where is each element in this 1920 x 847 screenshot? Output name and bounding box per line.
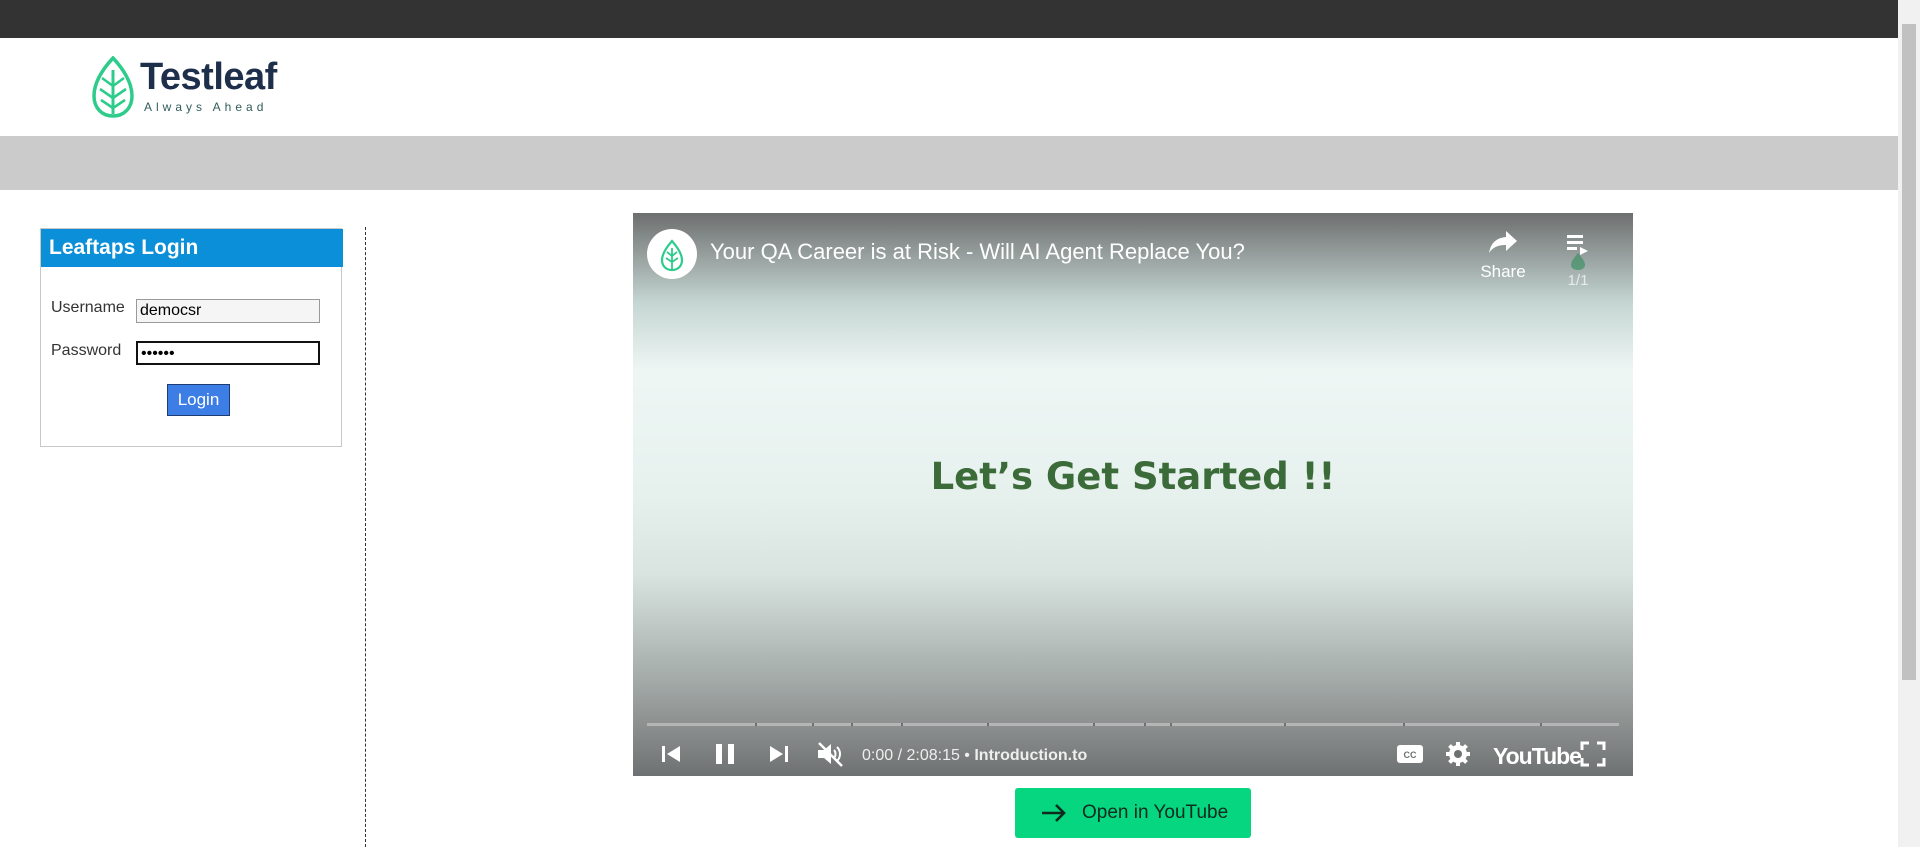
leaf-logo-icon (660, 239, 684, 272)
pause-icon (716, 744, 734, 764)
open-in-youtube-button[interactable]: Open in YouTube (1015, 788, 1251, 838)
chapter-label[interactable]: Introduction.to (974, 747, 1087, 764)
browser-top-bar (0, 0, 1920, 38)
share-label: Share (1480, 262, 1526, 281)
video-frame-text: Let’s Get Started !! (930, 455, 1336, 498)
chapter-markers (755, 723, 1542, 726)
login-button[interactable]: Login (167, 384, 230, 416)
previous-button[interactable] (659, 739, 683, 775)
playlist-count: 1/1 (1567, 272, 1589, 289)
time-text: 0:00 / 2:08:15 (862, 747, 960, 764)
skip-next-icon (770, 746, 788, 762)
svg-text:CC: CC (1404, 750, 1417, 760)
login-panel: Leaftaps Login Username democsr Password… (40, 228, 343, 447)
password-input[interactable]: •••••• (136, 341, 320, 365)
username-input[interactable]: democsr (136, 299, 320, 323)
scrollbar-thumb[interactable] (1902, 24, 1916, 680)
brand-tagline: Always Ahead (144, 100, 268, 114)
site-header: Testleaf Always Ahead (0, 38, 1898, 136)
leaf-logo-icon (92, 56, 134, 118)
login-title: Leaftaps Login (41, 229, 343, 267)
gear-icon (1446, 742, 1470, 766)
settings-button[interactable] (1443, 739, 1473, 775)
page-scrollbar[interactable] (1898, 0, 1920, 847)
mute-button[interactable] (815, 739, 845, 775)
playlist-icon (1567, 235, 1588, 270)
arrow-right-icon (1042, 804, 1066, 822)
vertical-divider (365, 227, 366, 847)
captions-button[interactable]: CC (1395, 739, 1425, 775)
playlist-button[interactable]: 1/1 (1553, 231, 1603, 289)
pause-button[interactable] (713, 739, 737, 775)
share-icon (1489, 231, 1517, 253)
share-button[interactable]: Share (1468, 229, 1538, 282)
video-title[interactable]: Your QA Career is at Risk - Will AI Agen… (710, 239, 1245, 265)
username-label: Username (51, 299, 125, 316)
testleaf-logo[interactable]: Testleaf Always Ahead (92, 54, 292, 120)
time-display: 0:00 / 2:08:15 • Introduction.to (862, 747, 1088, 764)
closed-captions-icon: CC (1397, 745, 1423, 763)
volume-muted-icon (818, 742, 843, 767)
youtube-logo[interactable]: YouTube (1493, 741, 1582, 771)
progress-bar[interactable] (647, 723, 1619, 726)
brand-name: Testleaf (140, 56, 277, 98)
channel-avatar[interactable] (647, 229, 697, 279)
video-player[interactable]: Your QA Career is at Risk - Will AI Agen… (633, 213, 1633, 776)
password-label: Password (51, 342, 122, 359)
nav-bar (0, 136, 1898, 190)
next-button[interactable] (767, 739, 791, 775)
fullscreen-button[interactable] (1578, 739, 1608, 775)
fullscreen-icon (1580, 741, 1606, 767)
skip-previous-icon (662, 746, 680, 762)
open-in-youtube-label: Open in YouTube (1082, 802, 1229, 823)
